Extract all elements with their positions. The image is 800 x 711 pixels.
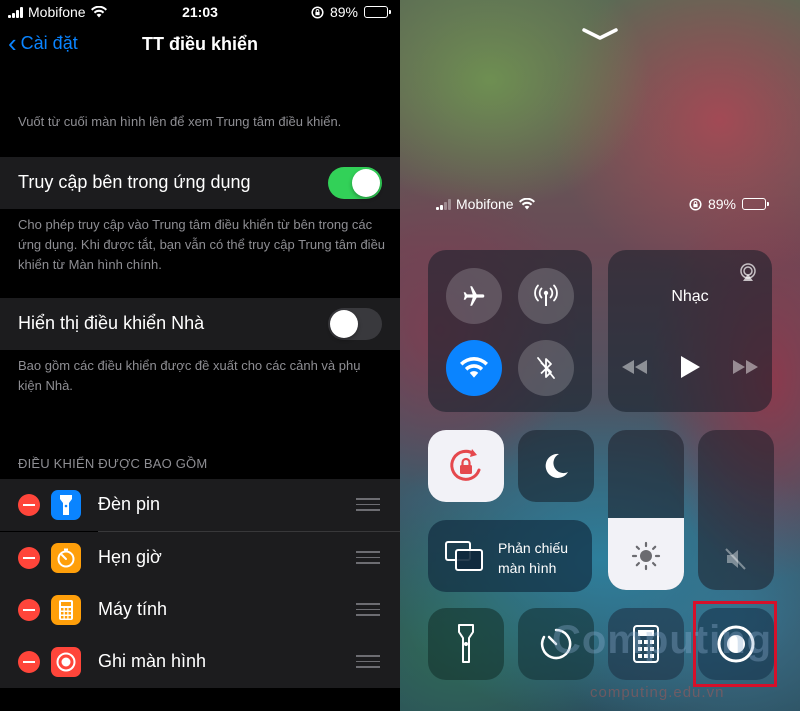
flashlight-icon <box>458 624 474 663</box>
control-label: Ghi màn hình <box>98 651 207 671</box>
battery-icon <box>742 198 769 210</box>
reorder-handle[interactable] <box>356 603 380 617</box>
carrier-info: Mobifone <box>436 196 535 212</box>
toggle-knob <box>330 310 358 338</box>
volume-icon-wrap <box>698 546 774 572</box>
list-item-screen-recording: Ghi màn hình <box>0 636 400 688</box>
settings-screen: Mobifone 21:03 89% ‹ Cài đặt TT điều khi… <box>0 0 400 711</box>
screen-record-icon <box>51 647 81 677</box>
mirror-label-line1: Phản chiếu <box>498 540 569 556</box>
nav-bar: ‹ Cài đặt TT điều khiển <box>0 24 400 68</box>
mirror-label-line2: màn hình <box>498 560 557 576</box>
airplane-icon <box>463 286 485 306</box>
access-in-apps-row: Truy cập bên trong ứng dụng <box>0 157 400 209</box>
watermark-site: computing.edu.vn <box>590 684 725 701</box>
control-center: Mobifone 89% Nhạc Phản chiếu màn hình Co… <box>400 0 800 711</box>
toggle-knob <box>352 169 380 197</box>
sun-icon <box>631 541 661 571</box>
access-in-apps-toggle[interactable] <box>328 167 382 199</box>
music-title: Nhạc <box>671 288 709 305</box>
access-in-apps-description: Cho phép truy cập vào Trung tâm điều khi… <box>18 217 386 272</box>
flashlight-icon <box>51 490 81 520</box>
remove-button[interactable] <box>18 547 40 569</box>
bluetooth-button[interactable] <box>518 340 574 396</box>
status-bar: Mobifone 21:03 89% <box>0 0 400 24</box>
status-right: 89% <box>689 196 769 212</box>
speaker-muted-icon <box>725 548 746 570</box>
remove-button[interactable] <box>18 651 40 673</box>
do-not-disturb-button[interactable] <box>518 430 594 502</box>
reorder-handle[interactable] <box>356 655 380 669</box>
orientation-lock-icon <box>450 449 481 481</box>
brightness-slider[interactable] <box>608 430 684 590</box>
list-item-flashlight: Đèn pin <box>0 479 400 531</box>
reorder-handle[interactable] <box>356 551 380 565</box>
watermark-brand: Computing <box>552 618 773 662</box>
control-label: Đèn pin <box>98 494 161 514</box>
list-item-timer: Hẹn giờ <box>0 532 400 584</box>
intro-text: Vuốt từ cuối màn hình lên để xem Trung t… <box>18 114 342 129</box>
orientation-lock-icon <box>311 5 324 19</box>
battery-percent: 89% <box>329 4 358 20</box>
orientation-lock-button[interactable] <box>428 430 504 502</box>
flashlight-button[interactable] <box>428 608 504 680</box>
status-right: 89% <box>311 4 391 20</box>
battery-icon <box>364 6 391 18</box>
control-label: Máy tính <box>98 599 168 619</box>
antenna-icon <box>534 284 558 306</box>
wifi-icon <box>460 357 488 378</box>
section-header: ĐIỀU KHIỂN ĐƯỢC BAO GỒM <box>18 456 208 471</box>
music-panel: Nhạc <box>608 250 772 412</box>
fast-forward-icon[interactable] <box>732 360 758 374</box>
home-controls-toggle[interactable] <box>328 308 382 340</box>
cc-status-bar: Mobifone 89% <box>400 196 800 216</box>
screen-mirroring-label: Phản chiếu màn hình <box>498 538 568 578</box>
page-title: TT điều khiển <box>141 34 258 54</box>
brightness-icon-wrap <box>608 540 684 572</box>
home-controls-label: Hiển thị điều khiển Nhà <box>18 313 205 333</box>
control-label: Hẹn giờ <box>98 547 162 567</box>
remove-button[interactable] <box>18 599 40 621</box>
screen-mirroring-icon <box>445 541 483 571</box>
volume-slider[interactable] <box>698 430 774 590</box>
list-item-calculator: Máy tính <box>0 584 400 636</box>
play-icon[interactable] <box>680 356 700 378</box>
chevron-down-icon[interactable] <box>580 26 620 42</box>
remove-button[interactable] <box>18 494 40 516</box>
orientation-lock-icon <box>689 197 702 211</box>
moon-icon <box>545 453 568 478</box>
home-controls-description: Bao gồm các điều khiển được đề xuất cho … <box>18 358 361 393</box>
calculator-icon <box>51 595 81 625</box>
wifi-icon <box>518 198 535 210</box>
wifi-button[interactable] <box>446 340 502 396</box>
reorder-handle[interactable] <box>356 498 380 512</box>
access-in-apps-label: Truy cập bên trong ứng dụng <box>18 172 251 192</box>
rewind-icon[interactable] <box>622 360 648 374</box>
cellular-data-button[interactable] <box>518 268 574 324</box>
home-controls-row: Hiển thị điều khiển Nhà <box>0 298 400 350</box>
connectivity-panel <box>428 250 592 412</box>
screen-mirroring-button[interactable]: Phản chiếu màn hình <box>428 520 592 592</box>
signal-icon <box>436 198 451 210</box>
carrier-name: Mobifone <box>456 196 514 212</box>
bluetooth-off-icon <box>537 357 555 379</box>
timer-icon <box>51 543 81 573</box>
airplane-mode-button[interactable] <box>446 268 502 324</box>
battery-percent: 89% <box>707 196 736 212</box>
airplay-icon[interactable] <box>738 262 758 282</box>
